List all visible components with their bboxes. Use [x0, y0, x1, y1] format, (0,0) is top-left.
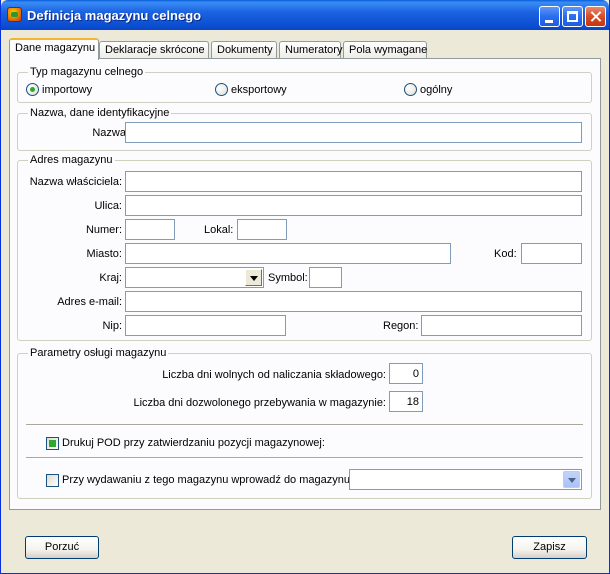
email-input[interactable] — [125, 291, 582, 312]
tab-pola-wymagane[interactable]: Pola wymagane — [343, 41, 427, 59]
tab-numeratory[interactable]: Numeratory — [279, 41, 342, 59]
drukuj-pod-checkbox[interactable] — [46, 437, 59, 450]
regon-input[interactable] — [421, 315, 582, 336]
tab-dokumenty[interactable]: Dokumenty — [211, 41, 277, 59]
maximize-button[interactable] — [562, 6, 583, 27]
kraj-label: Kraj: — [99, 272, 122, 284]
drukuj-pod-label: Drukuj POD przy zatwierdzaniu pozycji ma… — [62, 437, 325, 449]
group-typ-magazynu: Typ magazynu celnego importowy eksportow… — [17, 66, 592, 103]
divider — [26, 424, 583, 426]
kod-label: Kod: — [494, 248, 517, 260]
wydawanie-label: Przy wydawaniu z tego magazynu wprowadź … — [62, 474, 354, 486]
dni-przebywania-label: Liczba dni dozwolonego przebywania w mag… — [133, 397, 386, 409]
symbol-label: Symbol: — [268, 272, 308, 284]
dni-przebywania-input[interactable] — [389, 391, 423, 412]
ulica-label: Ulica: — [94, 200, 122, 212]
tab-deklaracje-skrocone[interactable]: Deklaracje skrócone — [99, 41, 209, 59]
cancel-button[interactable]: Porzuć — [25, 536, 99, 559]
lokal-input[interactable] — [237, 219, 287, 240]
radio-ogolny[interactable] — [404, 83, 417, 96]
miasto-label: Miasto: — [86, 248, 122, 260]
symbol-input[interactable] — [309, 267, 342, 288]
chevron-down-icon[interactable] — [245, 269, 262, 286]
numer-input[interactable] — [125, 219, 175, 240]
nip-label: Nip: — [102, 320, 122, 332]
wydawanie-checkbox[interactable] — [46, 474, 59, 487]
group-adres-magazynu: Adres magazynu Nazwa właściciela: Ulica:… — [17, 154, 592, 341]
regon-label: Regon: — [383, 320, 419, 332]
radio-importowy[interactable] — [26, 83, 39, 96]
radio-eksportowy[interactable] — [215, 83, 228, 96]
nazwa-label: Nazwa: — [92, 127, 129, 139]
nip-input[interactable] — [125, 315, 286, 336]
chevron-down-icon[interactable] — [563, 471, 580, 488]
group-legend: Parametry osługi magazynu — [28, 347, 169, 359]
dialog-window: Definicja magazynu celnego Dane magazynu… — [0, 0, 610, 574]
ulica-input[interactable] — [125, 195, 582, 216]
lokal-label: Lokal: — [204, 224, 234, 236]
group-parametry: Parametry osługi magazynu Liczba dni wol… — [17, 347, 592, 499]
group-legend: Typ magazynu celnego — [28, 66, 146, 78]
tab-panel: Typ magazynu celnego importowy eksportow… — [9, 58, 601, 510]
kod-input[interactable] — [521, 243, 582, 264]
radio-label-ogolny: ogólny — [420, 84, 453, 96]
dni-wolnych-input[interactable] — [389, 363, 423, 384]
dni-wolnych-label: Liczba dni wolnych od naliczania składow… — [162, 369, 386, 381]
wydawanie-magazyn-select[interactable] — [349, 469, 582, 490]
group-dane-identyfikacyjne: Nazwa, dane identyfikacyjne Nazwa: — [17, 107, 592, 151]
title-bar[interactable]: Definicja magazynu celnego — [1, 0, 609, 30]
app-icon — [7, 7, 22, 22]
wlasciciel-input[interactable] — [125, 171, 582, 192]
kraj-select[interactable] — [125, 267, 264, 288]
nazwa-input[interactable] — [125, 122, 582, 143]
close-button[interactable] — [585, 6, 606, 27]
numer-label: Numer: — [85, 224, 122, 236]
window-title: Definicja magazynu celnego — [27, 8, 202, 23]
radio-label-eksportowy: eksportowy — [231, 84, 287, 96]
group-legend: Adres magazynu — [28, 154, 115, 166]
minimize-button[interactable] — [539, 6, 560, 27]
group-legend: Nazwa, dane identyfikacyjne — [28, 107, 172, 119]
divider — [26, 457, 583, 459]
radio-label-importowy: importowy — [42, 84, 93, 96]
wlasciciel-label: Nazwa właściciela: — [29, 176, 122, 188]
tab-dane-magazynu[interactable]: Dane magazynu — [9, 38, 99, 60]
save-button[interactable]: Zapisz — [512, 536, 587, 559]
email-label: Adres e-mail: — [57, 296, 122, 308]
miasto-input[interactable] — [125, 243, 451, 264]
